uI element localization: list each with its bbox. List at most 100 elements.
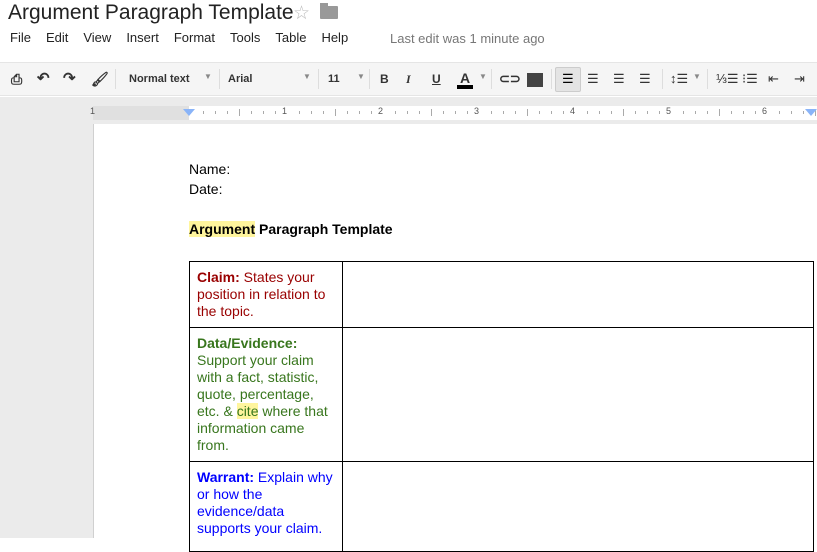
redo-icon[interactable]: ↷	[63, 71, 76, 87]
claim-cell[interactable]: Claim: States your position in relation …	[189, 261, 343, 328]
menu-edit[interactable]: Edit	[46, 30, 68, 48]
cell-label: Data/Evidence:	[197, 335, 298, 351]
numbered-list-icon[interactable]: ⅓☰	[716, 71, 739, 87]
menu-tools[interactable]: Tools	[230, 30, 260, 48]
ruler-tick	[419, 111, 420, 114]
ruler-tick	[659, 111, 660, 114]
ruler-tick	[803, 111, 804, 114]
ruler-label: 4	[570, 106, 576, 116]
ruler-tick	[407, 111, 408, 114]
italic-button[interactable]: I	[406, 71, 411, 87]
align-left-button[interactable]: ☰	[555, 67, 581, 92]
ruler-tick	[491, 111, 492, 114]
table-row: Claim: States your position in relation …	[189, 261, 814, 328]
chevron-down-icon[interactable]: ▼	[479, 72, 487, 81]
ruler-tick	[527, 109, 528, 116]
ruler-tick	[275, 111, 276, 114]
justify-button[interactable]: ☰	[639, 71, 651, 87]
document-heading[interactable]: Argument Paragraph Template	[189, 221, 393, 237]
paint-format-icon[interactable]: 🖌	[91, 71, 109, 87]
ruler-tick	[455, 111, 456, 114]
indent-marker[interactable]	[183, 109, 195, 116]
ruler-tick	[443, 111, 444, 114]
ruler-tick	[743, 111, 744, 114]
ruler-label: 6	[762, 106, 768, 116]
ruler-tick	[263, 111, 264, 114]
highlighted-text: cite	[236, 403, 259, 419]
ruler-tick	[467, 111, 468, 114]
ruler-tick	[395, 111, 396, 114]
style-select[interactable]: Normal text	[129, 71, 190, 87]
align-right-button[interactable]: ☰	[613, 71, 625, 87]
menu-help[interactable]: Help	[321, 30, 348, 48]
print-icon[interactable]: ⎙	[11, 71, 22, 87]
ruler-label: 1	[282, 106, 288, 116]
warrant-cell[interactable]: Warrant: Explain why or how the evidence…	[189, 461, 343, 552]
ruler-tick	[539, 111, 540, 114]
align-center-button[interactable]: ☰	[587, 71, 599, 87]
ruler-tick	[695, 111, 696, 114]
chevron-down-icon[interactable]: ▼	[204, 72, 212, 81]
text-color-button[interactable]: A	[457, 71, 474, 89]
ruler-tick	[707, 111, 708, 114]
ruler-tick	[551, 111, 552, 114]
ruler-tick	[335, 109, 336, 116]
undo-icon[interactable]: ↶	[37, 71, 50, 87]
ruler-tick	[431, 109, 432, 116]
argument-table[interactable]: Claim: States your position in relation …	[189, 261, 814, 552]
ruler-tick	[731, 111, 732, 114]
right-indent-marker[interactable]	[805, 109, 817, 116]
ruler-tick	[347, 111, 348, 114]
comment-icon[interactable]	[527, 73, 543, 87]
star-icon[interactable]: ☆	[293, 2, 310, 25]
empty-cell[interactable]	[342, 261, 814, 328]
toolbar: ⎙ ↶ ↷ 🖌 Normal text ▼ Arial ▼ 11 ▼ B I U…	[0, 62, 817, 96]
ruler-tick	[515, 111, 516, 114]
menu-file[interactable]: File	[10, 30, 31, 48]
date-line[interactable]: Date:	[189, 181, 222, 197]
ruler-tick	[227, 111, 228, 114]
ruler-margin[interactable]	[93, 106, 189, 120]
font-select[interactable]: Arial	[228, 71, 252, 87]
ruler-tick	[239, 109, 240, 116]
name-line[interactable]: Name:	[189, 161, 230, 177]
evidence-cell[interactable]: Data/Evidence: Support your claim with a …	[189, 327, 343, 462]
heading-text: Paragraph Template	[255, 221, 393, 237]
ruler-tick	[647, 111, 648, 114]
link-icon[interactable]: ⊂⊃	[499, 71, 521, 87]
font-size-select[interactable]: 11	[328, 71, 340, 87]
increase-indent-icon[interactable]: ⇥	[794, 71, 805, 87]
document-title[interactable]: Argument Paragraph Template	[8, 0, 294, 26]
menu-table[interactable]: Table	[275, 30, 306, 48]
empty-cell[interactable]	[342, 461, 814, 552]
line-spacing-icon[interactable]: ↕☰	[670, 71, 688, 87]
ruler-label: 1	[90, 106, 96, 116]
ruler-label: 3	[474, 106, 480, 116]
ruler-tick	[587, 111, 588, 114]
ruler-tick	[299, 111, 300, 114]
bulleted-list-icon[interactable]: ⁝☰	[742, 71, 758, 87]
folder-icon[interactable]	[320, 3, 338, 19]
chevron-down-icon[interactable]: ▼	[357, 72, 365, 81]
chevron-down-icon[interactable]: ▼	[693, 72, 701, 81]
last-edit-status[interactable]: Last edit was 1 minute ago	[390, 31, 545, 46]
ruler-label: 5	[666, 106, 672, 116]
menu-insert[interactable]: Insert	[126, 30, 159, 48]
ruler-tick	[599, 111, 600, 114]
underline-button[interactable]: U	[432, 71, 441, 87]
ruler-tick	[779, 111, 780, 114]
ruler-label: 2	[378, 106, 384, 116]
empty-cell[interactable]	[342, 327, 814, 462]
highlighted-text: Argument	[189, 221, 256, 237]
ruler-tick	[323, 111, 324, 114]
ruler-tick	[359, 111, 360, 114]
ruler-tick	[251, 111, 252, 114]
ruler[interactable]	[93, 106, 817, 120]
menu-format[interactable]: Format	[174, 30, 215, 48]
menu-view[interactable]: View	[83, 30, 111, 48]
decrease-indent-icon[interactable]: ⇤	[768, 71, 779, 87]
ruler-tick	[635, 111, 636, 114]
ruler-tick	[215, 111, 216, 114]
chevron-down-icon[interactable]: ▼	[303, 72, 311, 81]
bold-button[interactable]: B	[380, 71, 389, 87]
